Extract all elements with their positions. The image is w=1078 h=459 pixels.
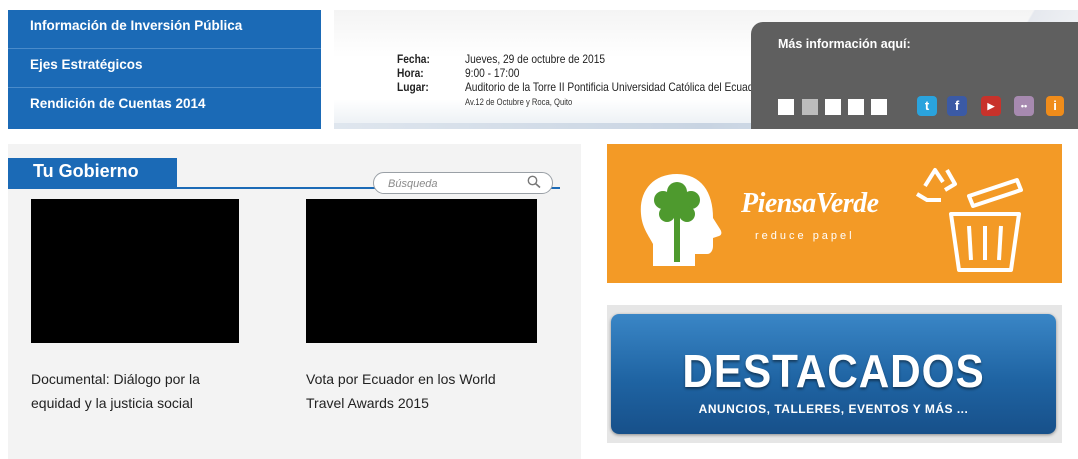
lugar-label: Lugar: [397,80,429,94]
nav-item-inversion-publica[interactable]: Información de Inversión Pública [8,10,321,49]
piensa-verde-subtitle: reduce papel [755,230,855,242]
destacados-title: DESTACADOS [682,345,985,397]
slide-indicator[interactable] [778,99,794,115]
search-icon[interactable] [526,174,542,195]
hora-label: Hora: [397,66,424,80]
piensa-verde-logo: PiensaVerde [741,188,879,219]
panel-header: Tu Gobierno [8,158,568,194]
destacados-subtitle: ANUNCIOS, TALLERES, EVENTOS Y MÁS ... [698,402,969,416]
main-nav: Información de Inversión Pública Ejes Es… [8,10,321,129]
video-caption-link[interactable]: Vota por Ecuador en los World Travel Awa… [306,367,531,415]
destacados-button[interactable]: DESTACADOS ANUNCIOS, TALLERES, EVENTOS Y… [611,314,1056,434]
slide-indicator[interactable] [802,99,818,115]
facebook-icon[interactable]: f [947,96,967,116]
more-info-title: Más información aquí: [778,37,911,51]
tu-gobierno-panel: Tu Gobierno Documental: Diálogo por la e… [8,144,581,459]
youtube-icon[interactable]: ▶ [981,96,1001,116]
head-tree-icon [640,174,722,266]
address-text: Av.12 de Octubre y Roca, Quito [465,97,573,107]
recycle-bin-icon [915,168,1023,272]
nav-item-rendicion-cuentas[interactable]: Rendición de Cuentas 2014 [8,88,321,127]
search-box[interactable] [373,172,553,194]
hora-value: 9:00 - 17:00 [465,66,520,80]
destacados-banner[interactable]: DESTACADOS ANUNCIOS, TALLERES, EVENTOS Y… [607,305,1062,443]
slide-indicator[interactable] [871,99,887,115]
slide-indicator[interactable] [825,99,841,115]
info-icon[interactable]: i [1046,96,1064,116]
video-caption-link[interactable]: Documental: Diálogo por la equidad y la … [31,367,241,415]
fecha-label: Fecha: [397,52,430,66]
twitter-icon[interactable]: t [917,96,937,116]
search-input[interactable] [386,175,520,193]
flickr-icon[interactable]: •• [1014,96,1034,116]
video-thumbnail[interactable] [306,199,537,343]
nav-item-ejes-estrategicos[interactable]: Ejes Estratégicos [8,49,321,88]
fecha-value: Jueves, 29 de octubre de 2015 [465,52,606,66]
piensa-verde-banner[interactable]: PiensaVerde reduce papel [607,144,1062,283]
slide-indicator[interactable] [848,99,864,115]
video-thumbnail[interactable] [31,199,239,343]
tab-tu-gobierno[interactable]: Tu Gobierno [8,158,177,187]
lugar-value: Auditorio de la Torre II Pontificia Univ… [465,80,763,94]
more-info-box: Más información aquí: t f ▶ •• i [751,22,1078,129]
